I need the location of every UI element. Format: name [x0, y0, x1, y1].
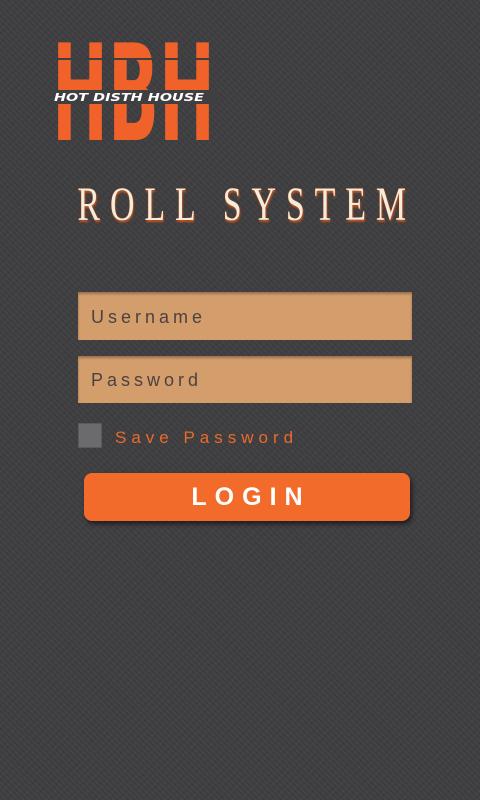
username-input[interactable]: [78, 292, 412, 340]
login-screen: HBH HOT DISTH HOUSE ROLL SYSTEM Save Pas…: [0, 0, 480, 800]
logo-cut-line: [50, 58, 218, 60]
save-password-option[interactable]: Save Password: [78, 423, 298, 448]
save-password-checkbox[interactable]: [78, 423, 102, 448]
hbh-logo: HBH HOT DISTH HOUSE: [50, 40, 218, 142]
logo-tagline: HOT DISTH HOUSE: [54, 91, 205, 104]
password-input[interactable]: [78, 356, 412, 403]
app-title-text: ROLL SYSTEM: [77, 181, 416, 231]
save-password-label: Save Password: [115, 427, 299, 447]
login-button[interactable]: LOGIN: [84, 473, 410, 521]
app-title: ROLL SYSTEM: [76, 181, 416, 239]
